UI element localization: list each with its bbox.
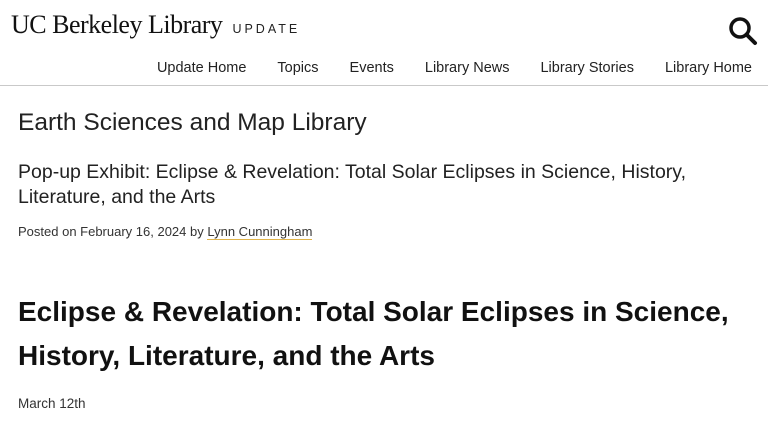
brand-name: UC Berkeley Library xyxy=(11,10,223,39)
event-date: March 12th xyxy=(18,396,86,411)
nav-library-home[interactable]: Library Home xyxy=(665,60,752,76)
nav-library-news[interactable]: Library News xyxy=(425,60,510,76)
post-meta: Posted on February 16, 2024 by Lynn Cunn… xyxy=(18,223,750,241)
nav-library-stories[interactable]: Library Stories xyxy=(540,60,633,76)
section-title: Earth Sciences and Map Library xyxy=(18,109,367,136)
search-button[interactable] xyxy=(726,14,760,48)
author-link[interactable]: Lynn Cunningham xyxy=(207,224,313,240)
article-heading: Eclipse & Revelation: Total Solar Eclips… xyxy=(18,296,729,371)
site-logo[interactable]: UC Berkeley Library UPDATE xyxy=(11,10,300,40)
nav-topics[interactable]: Topics xyxy=(277,60,318,76)
posted-date-text: Posted on February 16, 2024 by xyxy=(18,224,208,239)
brand-subtitle: UPDATE xyxy=(232,22,301,36)
post-title: Pop-up Exhibit: Eclipse & Revelation: To… xyxy=(18,161,687,208)
nav-update-home[interactable]: Update Home xyxy=(157,60,246,76)
search-icon xyxy=(729,17,757,45)
main-nav: Update Home Topics Events Library News L… xyxy=(157,60,752,76)
site-header: UC Berkeley Library UPDATE Update Home T… xyxy=(0,0,768,86)
main-content: Earth Sciences and Map Library Pop-up Ex… xyxy=(0,108,768,411)
nav-events[interactable]: Events xyxy=(350,60,394,76)
